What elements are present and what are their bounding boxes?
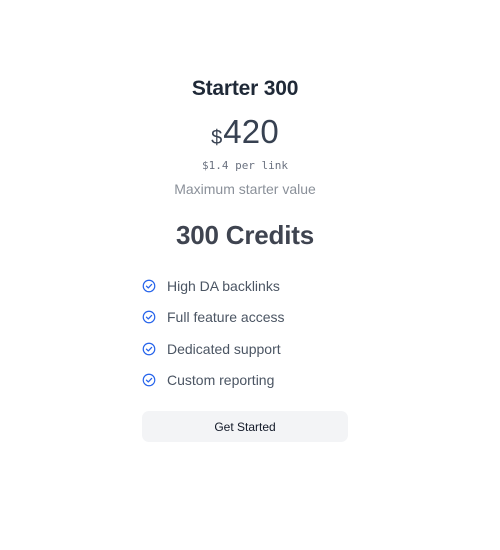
check-circle-icon [142,310,156,324]
feature-label: High DA backlinks [167,277,280,294]
feature-label: Full feature access [167,309,285,325]
feature-item: High DA backlinks [142,276,362,295]
price-amount: 420 [223,113,279,150]
plan-subtitle: Maximum starter value [174,181,316,197]
feature-label: Dedicated support [167,340,281,357]
feature-item: Dedicated support [142,339,362,358]
check-circle-icon [142,279,156,292]
feature-item: Custom reporting [142,371,362,390]
feature-item: Full feature access [142,308,362,327]
price-per-link: $1.4 per link [201,159,289,172]
check-circle-icon [142,373,156,387]
check-circle-icon [142,342,156,355]
pricing-card: Starter 300 $420 $1.4 per link Maximum s… [0,0,500,550]
price: $420 [0,113,490,151]
feature-list: High DA backlinks Full feature access De… [142,276,362,402]
price-currency: $ [211,127,223,149]
feature-label: Custom reporting [167,372,275,388]
plan-title: Starter 300 [191,77,299,100]
get-started-button[interactable]: Get Started [142,411,348,442]
credits-count: 300 Credits [176,220,314,250]
